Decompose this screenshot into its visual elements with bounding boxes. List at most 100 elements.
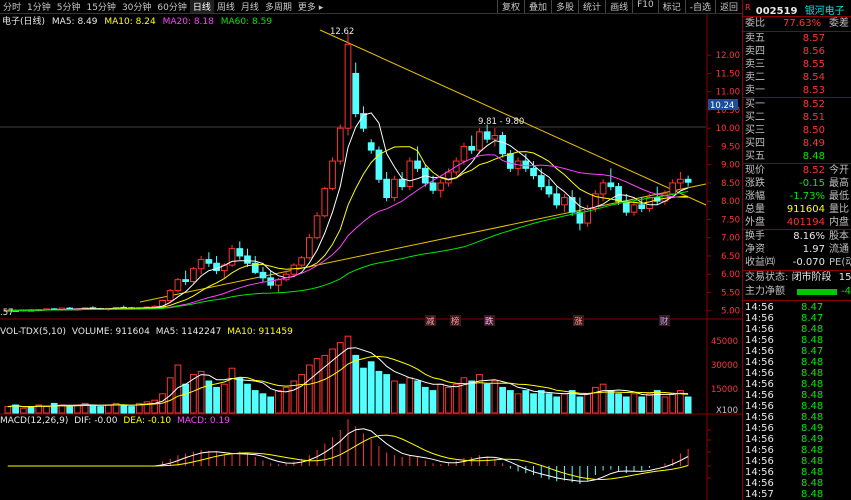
volume-bar (58, 404, 66, 414)
period-tab-4[interactable]: 30分钟 (119, 0, 154, 13)
main-chart-header: 电子(日线) MA5: 8.49 MA10: 8.24 MA20: 8.18 M… (2, 14, 272, 27)
period-tab-0[interactable]: 分时 (0, 0, 24, 13)
fund-row-label: 净资 (745, 244, 765, 255)
candle-body (522, 160, 530, 169)
toolbar-button-1[interactable]: 叠加 (524, 0, 551, 13)
bid-row: 买三 8.50 (745, 125, 851, 137)
candle-body (43, 308, 50, 311)
toolbar-button-2[interactable]: 多股 (551, 0, 578, 13)
resistance-line (319, 29, 707, 206)
toolbar-button-4[interactable]: 画线 (605, 0, 632, 13)
volume-bar (197, 370, 205, 414)
toolbar-button-3[interactable]: 统计 (578, 0, 605, 13)
candle-body (638, 204, 646, 210)
volume-bar (313, 358, 321, 414)
candle-body (74, 308, 81, 311)
toolbar-button-7[interactable]: -自选 (684, 0, 715, 13)
vol-ma10-line (7, 355, 689, 408)
volume-bar (506, 390, 514, 414)
ask-row: 卖一 8.53 (745, 85, 851, 97)
quote-row-value: -0.15 (799, 178, 825, 189)
divider (743, 270, 851, 271)
period-tab-3[interactable]: 15分钟 (83, 0, 118, 13)
tick-time: 14:56 (745, 478, 774, 489)
event-badge: 跌 (485, 316, 494, 327)
candle-body (112, 306, 120, 310)
volume-bar (282, 386, 290, 414)
volume-bar (352, 354, 360, 414)
trade-status-extra: 15 (838, 272, 851, 283)
period-tab-5[interactable]: 60分钟 (154, 0, 189, 13)
quote-row-extra: 内盘 (829, 217, 849, 228)
candle-body (143, 306, 151, 309)
candle-body (476, 131, 483, 151)
ma5-label: MA5: 8.49 (51, 17, 98, 27)
candle-body (236, 248, 244, 257)
fund-row: 换手 8.16% 股本 (745, 231, 851, 243)
candle-body (213, 262, 220, 272)
volume-bar (460, 377, 468, 414)
toolbar-button-0[interactable]: 复权 (497, 0, 524, 13)
period-tab-7[interactable]: 周线 (214, 0, 238, 13)
bid-row-value: 8.50 (802, 125, 825, 136)
quote-row: 涨跌 -0.15 最高 (745, 178, 851, 190)
bid-row-label: 买四 (745, 138, 765, 149)
price-tick-label: 11.50 (716, 69, 740, 79)
candle-body (228, 248, 236, 266)
volume-bar (275, 390, 282, 414)
quote-row-extra: 今开 (829, 165, 849, 176)
fund-row-extra: 股本 (829, 231, 849, 242)
range-annotation: 9.81 - 9.80 (478, 117, 524, 127)
tick-time: 14:56 (745, 357, 774, 368)
candle-body (267, 277, 275, 286)
period-tab-6[interactable]: 日线 (189, 0, 214, 13)
weibi-label: 委比 (745, 18, 765, 29)
period-tab-1[interactable]: 1分钟 (24, 0, 54, 13)
main-net-label: 主力净额 (745, 286, 785, 297)
bid-row: 买四 8.49 (745, 138, 851, 150)
candle-body (491, 135, 499, 140)
price-tick-label: 9.00 (721, 161, 740, 171)
volume-bar (81, 402, 89, 414)
candle-body (545, 186, 553, 195)
ask-row-value: 8.54 (802, 72, 825, 83)
period-tab-9[interactable]: 多周期 (262, 0, 295, 13)
period-tab-2[interactable]: 5分钟 (54, 0, 84, 13)
quote-row-label: 现价 (745, 165, 765, 176)
candle-body (12, 309, 19, 312)
event-badge-bg (573, 315, 584, 326)
volume-bar (622, 396, 630, 414)
ma20-line (7, 154, 689, 312)
volume-bar (568, 390, 576, 414)
toolbar-button-8[interactable]: 返回 (714, 0, 742, 13)
quote-row-label: 涨幅 (745, 191, 765, 202)
candle-body (391, 178, 398, 199)
period-tab-10[interactable]: 更多 ▸ (295, 0, 326, 13)
candle-body (483, 131, 491, 140)
period-tab-8[interactable]: 月线 (238, 0, 262, 13)
price-marker-bg (708, 99, 738, 110)
toolbar-button-5[interactable]: F10 (632, 0, 658, 13)
volume-bar (251, 390, 259, 414)
candle-body (615, 186, 622, 202)
tick-time: 14:56 (745, 423, 774, 434)
candle-body (530, 167, 537, 177)
ma60-line (7, 191, 689, 312)
candle-body (576, 211, 584, 224)
price-tick-label: 5.50 (721, 288, 740, 298)
candle-body (298, 257, 305, 266)
volume-header: VOL-TDX(5,10) VOLUME: 911604 MA5: 114224… (0, 327, 293, 337)
ma60-label: MA60: 8.59 (220, 17, 273, 27)
main-net-row: 主力净额 -4 (745, 286, 851, 298)
candle-body (553, 193, 561, 206)
volume-bar (684, 396, 692, 414)
volume-bar (530, 393, 537, 414)
volume-bar (159, 393, 166, 414)
volume-bar (638, 396, 646, 414)
price-tick-label: 8.50 (721, 179, 740, 189)
toolbar-button-6[interactable]: 标记 (657, 0, 685, 13)
divider (743, 229, 851, 230)
volume-bar (205, 380, 213, 414)
ask-row-value: 8.57 (802, 33, 825, 44)
bid-row-value: 8.52 (802, 99, 825, 110)
